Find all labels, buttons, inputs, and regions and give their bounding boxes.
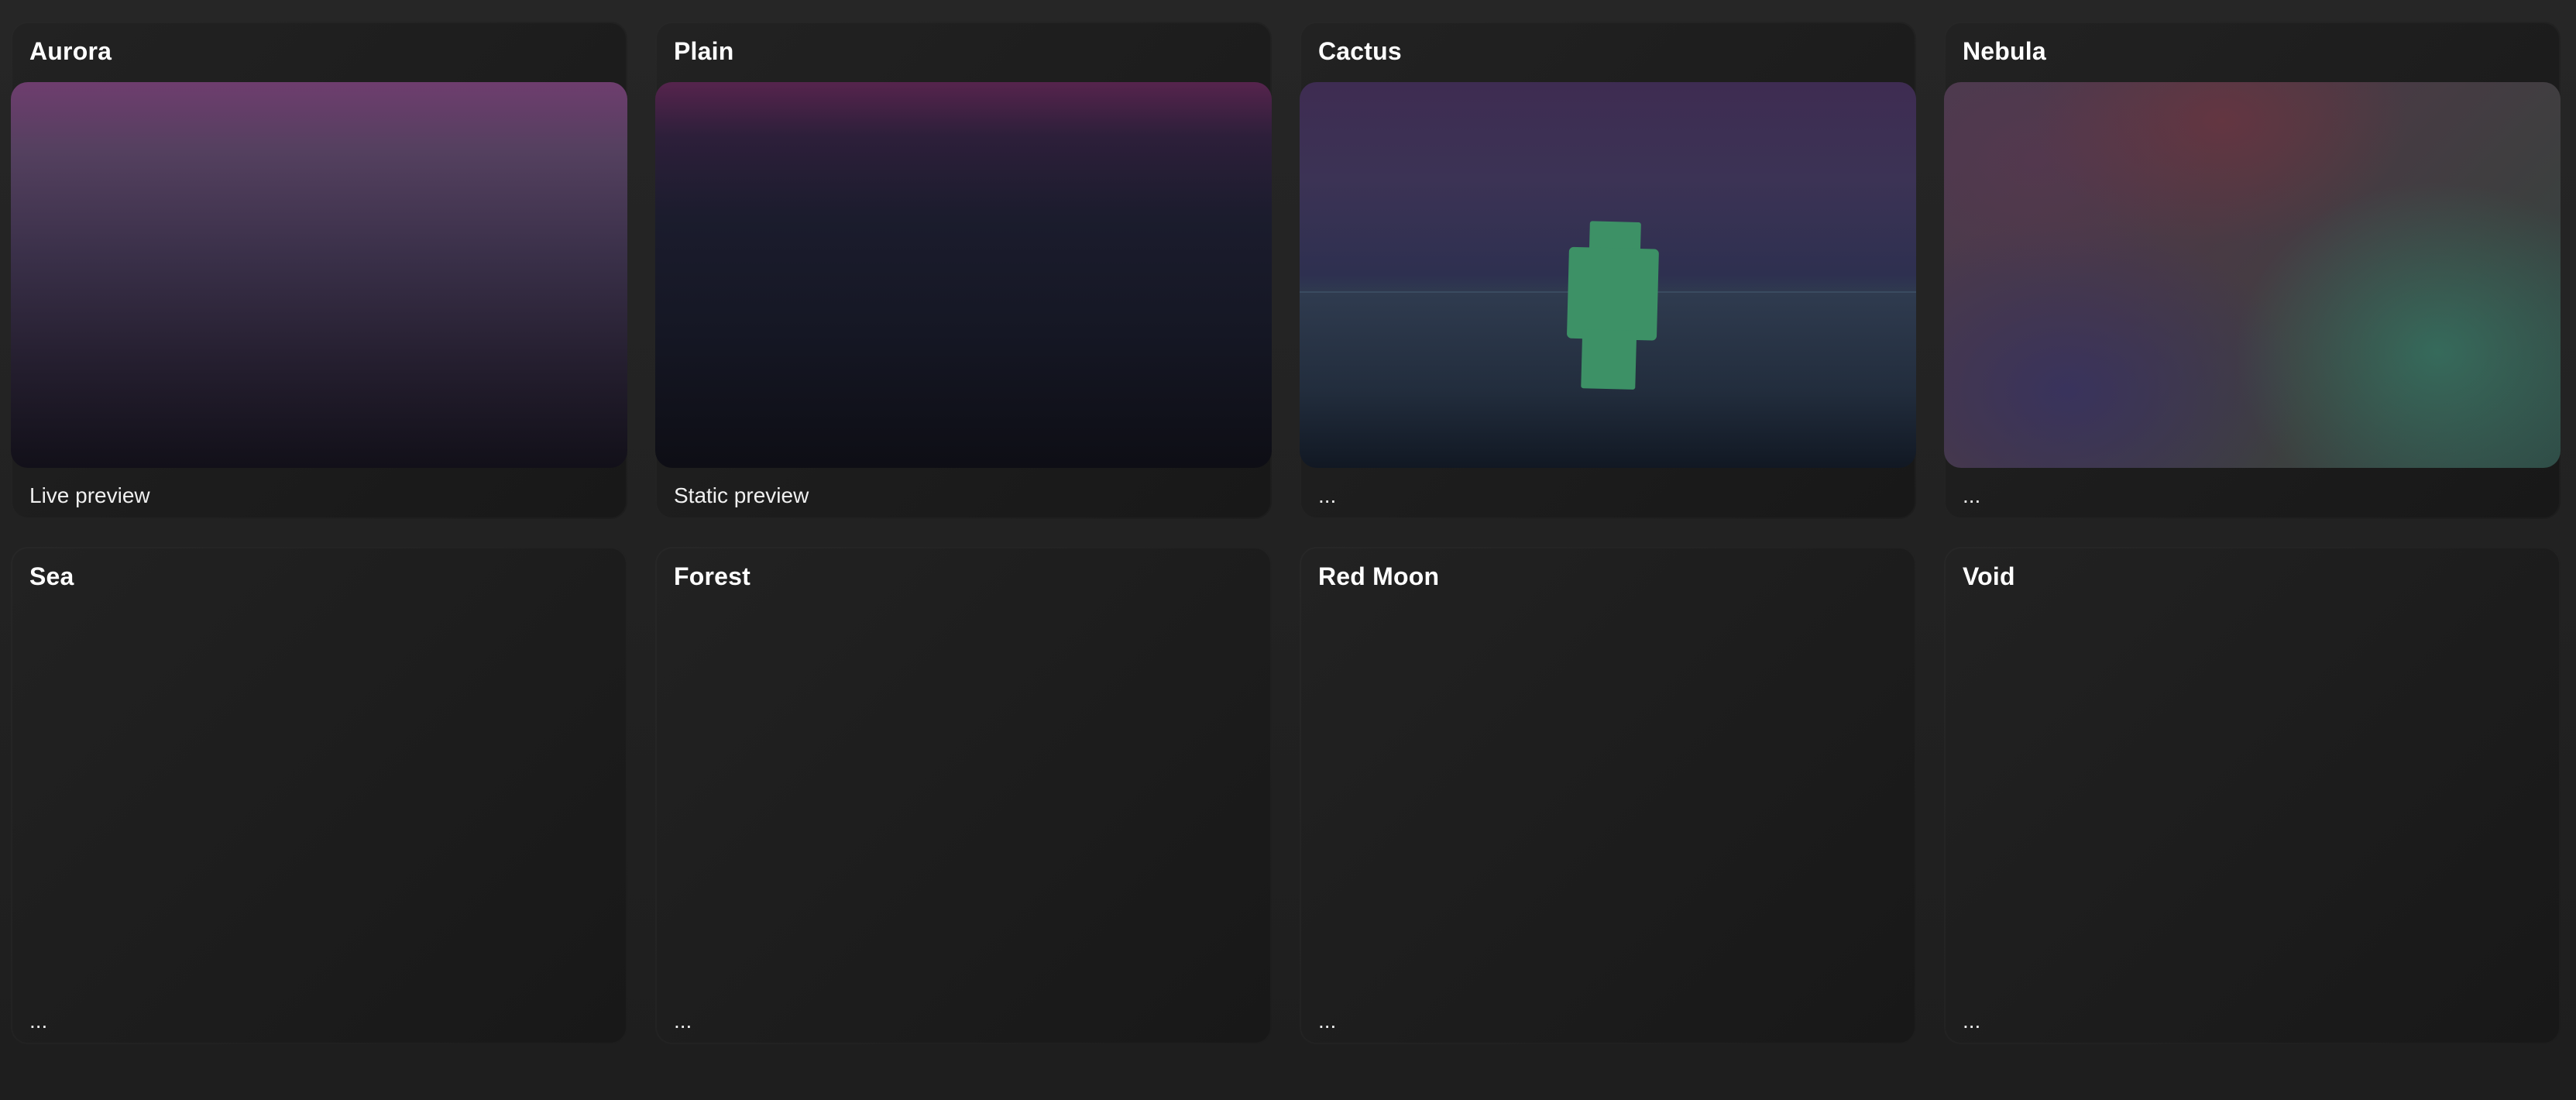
theme-card-void[interactable]: Void ... <box>1944 547 2561 1044</box>
card-title: Nebula <box>1963 37 2046 65</box>
card-title: Forest <box>674 562 750 590</box>
card-caption: ... <box>1318 483 1337 507</box>
theme-card-forest[interactable]: Forest ... <box>655 547 1272 1044</box>
card-caption: ... <box>1963 1008 1981 1033</box>
card-caption: ... <box>1318 1008 1337 1033</box>
card-title: Sea <box>29 562 74 590</box>
theme-card-cactus[interactable]: Cactus ... <box>1300 22 1916 519</box>
card-title: Plain <box>674 37 734 65</box>
cactus-icon <box>1567 221 1659 390</box>
card-caption: ... <box>674 1008 692 1033</box>
cactus-preview <box>1300 82 1916 468</box>
plain-preview <box>655 82 1272 468</box>
card-caption: ... <box>29 1008 48 1033</box>
card-caption: ... <box>1963 483 1981 507</box>
theme-card-nebula[interactable]: Nebula ... <box>1944 22 2561 519</box>
theme-grid: Aurora Live preview Plain Static preview… <box>11 22 2561 1044</box>
nebula-preview <box>1944 82 2561 468</box>
theme-card-sea[interactable]: Sea ... <box>11 547 627 1044</box>
card-title: Void <box>1963 562 2015 590</box>
card-title: Aurora <box>29 37 112 65</box>
card-caption: Static preview <box>674 483 809 507</box>
card-title: Red Moon <box>1318 562 1440 590</box>
theme-card-aurora[interactable]: Aurora Live preview <box>11 22 627 519</box>
card-title: Cactus <box>1318 37 1402 65</box>
card-caption: Live preview <box>29 483 150 507</box>
theme-card-red-moon[interactable]: Red Moon ... <box>1300 547 1916 1044</box>
theme-card-plain[interactable]: Plain Static preview <box>655 22 1272 519</box>
aurora-preview <box>11 82 627 468</box>
